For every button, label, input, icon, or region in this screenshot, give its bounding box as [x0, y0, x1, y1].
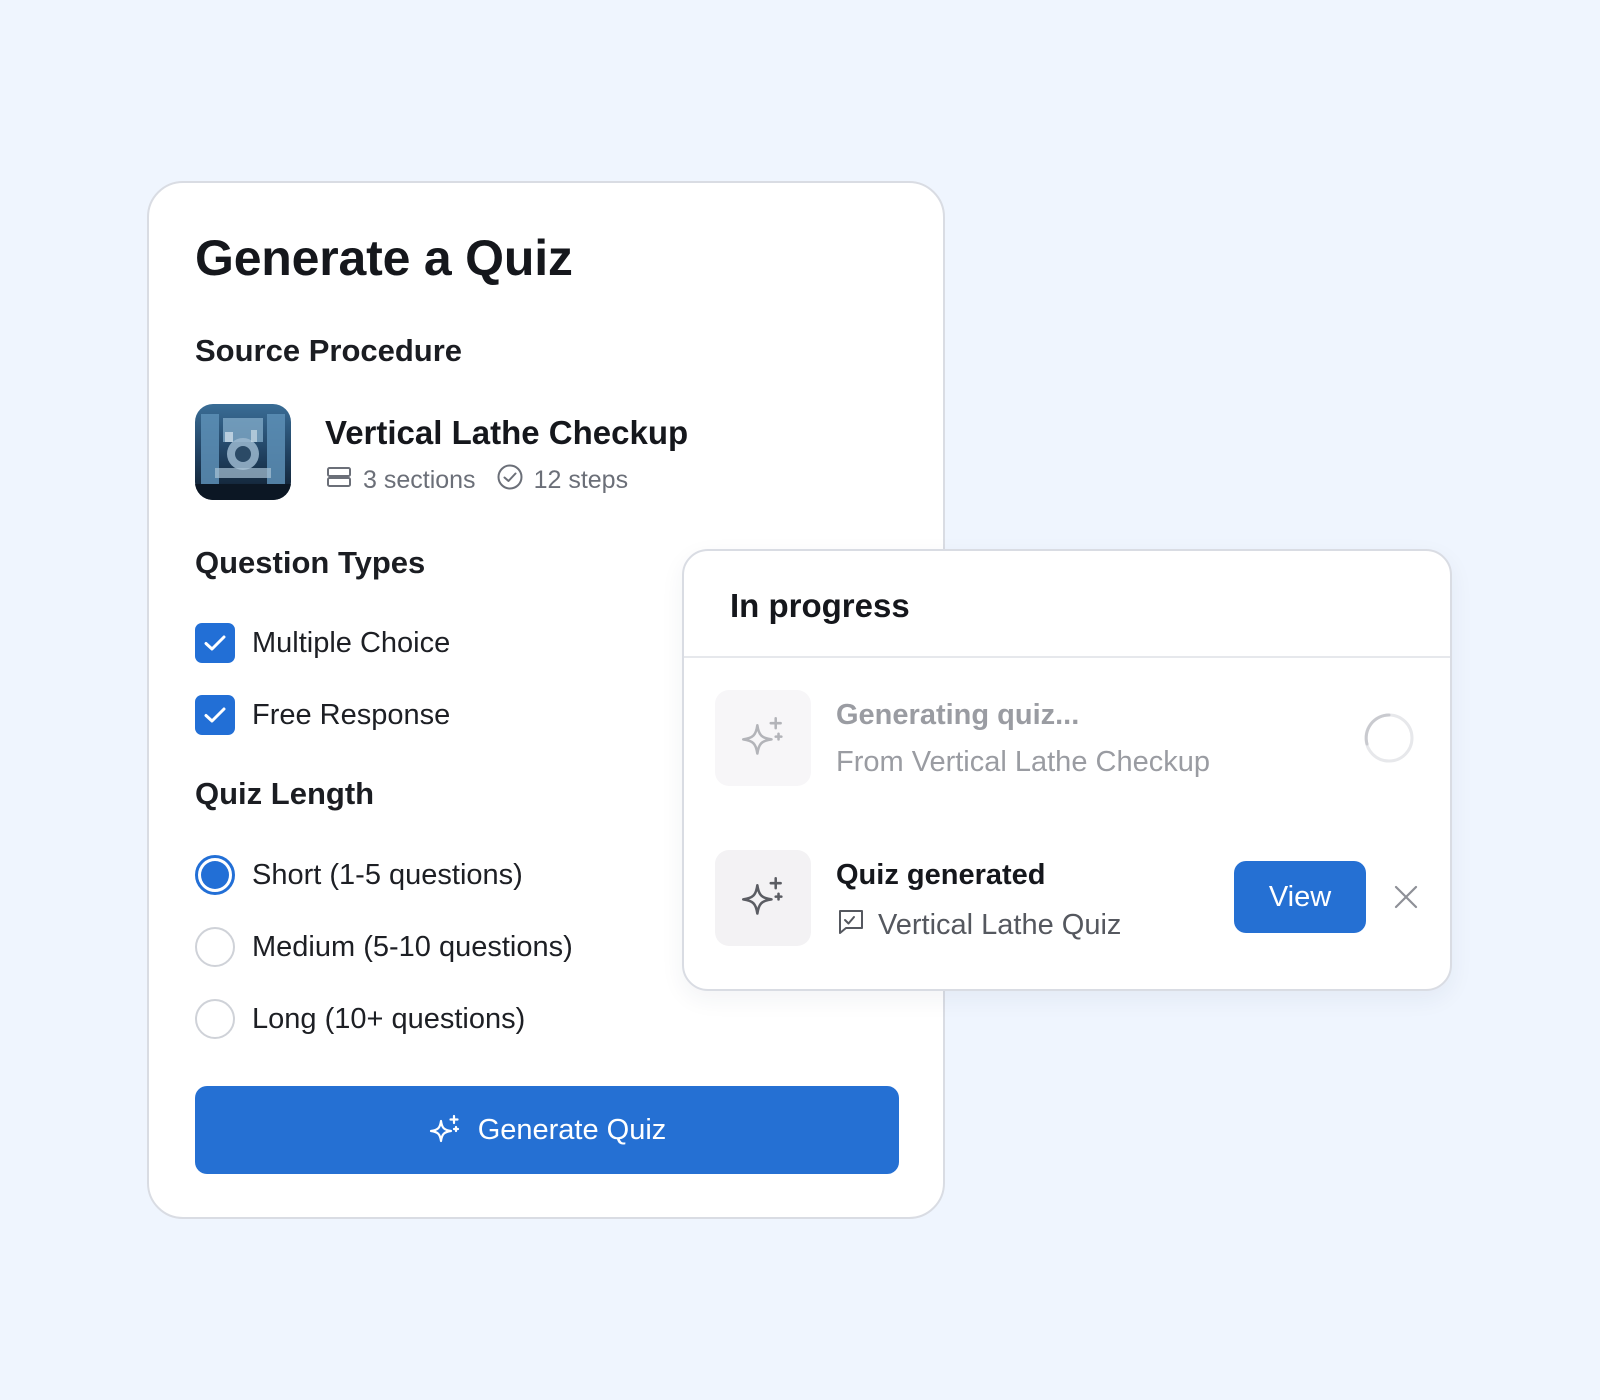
task-generating-title: Generating quiz...	[836, 699, 1080, 731]
card-title: Generate a Quiz	[195, 230, 573, 286]
sparkle-icon	[741, 716, 783, 755]
check-circle-icon	[496, 463, 524, 498]
procedure-name: Vertical Lathe Checkup	[325, 414, 689, 451]
sections-count: 3 sections	[325, 463, 476, 498]
progress-panel: In progress Generating quiz... From Vert…	[682, 549, 1452, 991]
task-generating-source: From Vertical Lathe Checkup	[836, 746, 1210, 778]
quiz-length-heading: Quiz Length	[195, 776, 375, 811]
question-type-free-response[interactable]: Free Response	[195, 695, 450, 735]
task-generating-subtitle: From Vertical Lathe Checkup	[836, 746, 1210, 779]
task-done-title: Quiz generated	[836, 859, 1046, 891]
procedure-thumbnail	[195, 404, 291, 500]
panel-divider	[684, 656, 1450, 658]
sparkle-icon	[741, 876, 783, 915]
quiz-doc-icon	[836, 906, 866, 944]
short-radio[interactable]	[195, 855, 235, 895]
length-option-long[interactable]: Long (10+ questions)	[195, 999, 525, 1039]
medium-radio[interactable]	[195, 927, 235, 967]
procedure-meta: 3 sections 12 steps	[325, 463, 628, 498]
free-response-checkbox[interactable]	[195, 695, 235, 735]
generate-quiz-label: Generate Quiz	[477, 1113, 667, 1146]
length-option-short[interactable]: Short (1-5 questions)	[195, 855, 523, 895]
page: Generate a Quiz Source Procedure Vertica…	[0, 0, 1600, 1400]
multiple-choice-label: Multiple Choice	[252, 626, 451, 659]
task-done-icon-box	[715, 850, 811, 946]
checkmark-icon	[204, 707, 226, 723]
sparkle-icon	[429, 1114, 459, 1143]
free-response-label: Free Response	[252, 698, 451, 731]
task-generating-icon-box	[715, 690, 811, 786]
task-done-subtitle[interactable]: Vertical Lathe Quiz	[836, 906, 1121, 944]
close-icon[interactable]	[1390, 881, 1422, 913]
quiz-name: Vertical Lathe Quiz	[878, 908, 1122, 941]
generate-quiz-button[interactable]: Generate Quiz	[195, 1086, 899, 1174]
long-radio[interactable]	[195, 999, 235, 1039]
steps-count: 12 steps	[496, 463, 629, 498]
view-quiz-button[interactable]: View	[1234, 861, 1366, 933]
length-option-medium[interactable]: Medium (5-10 questions)	[195, 927, 573, 967]
spinner-icon	[1363, 712, 1415, 764]
question-type-multiple-choice[interactable]: Multiple Choice	[195, 623, 450, 663]
checkmark-icon	[204, 635, 226, 651]
question-types-heading: Question Types	[195, 545, 426, 580]
sections-icon	[325, 463, 353, 498]
long-label: Long (10+ questions)	[252, 1002, 526, 1035]
medium-label: Medium (5-10 questions)	[252, 930, 573, 963]
steps-label: 12 steps	[533, 466, 629, 494]
short-label: Short (1-5 questions)	[252, 858, 523, 891]
sections-label: 3 sections	[363, 466, 476, 494]
multiple-choice-checkbox[interactable]	[195, 623, 235, 663]
source-procedure-heading: Source Procedure	[195, 333, 463, 368]
progress-panel-title: In progress	[730, 587, 910, 624]
